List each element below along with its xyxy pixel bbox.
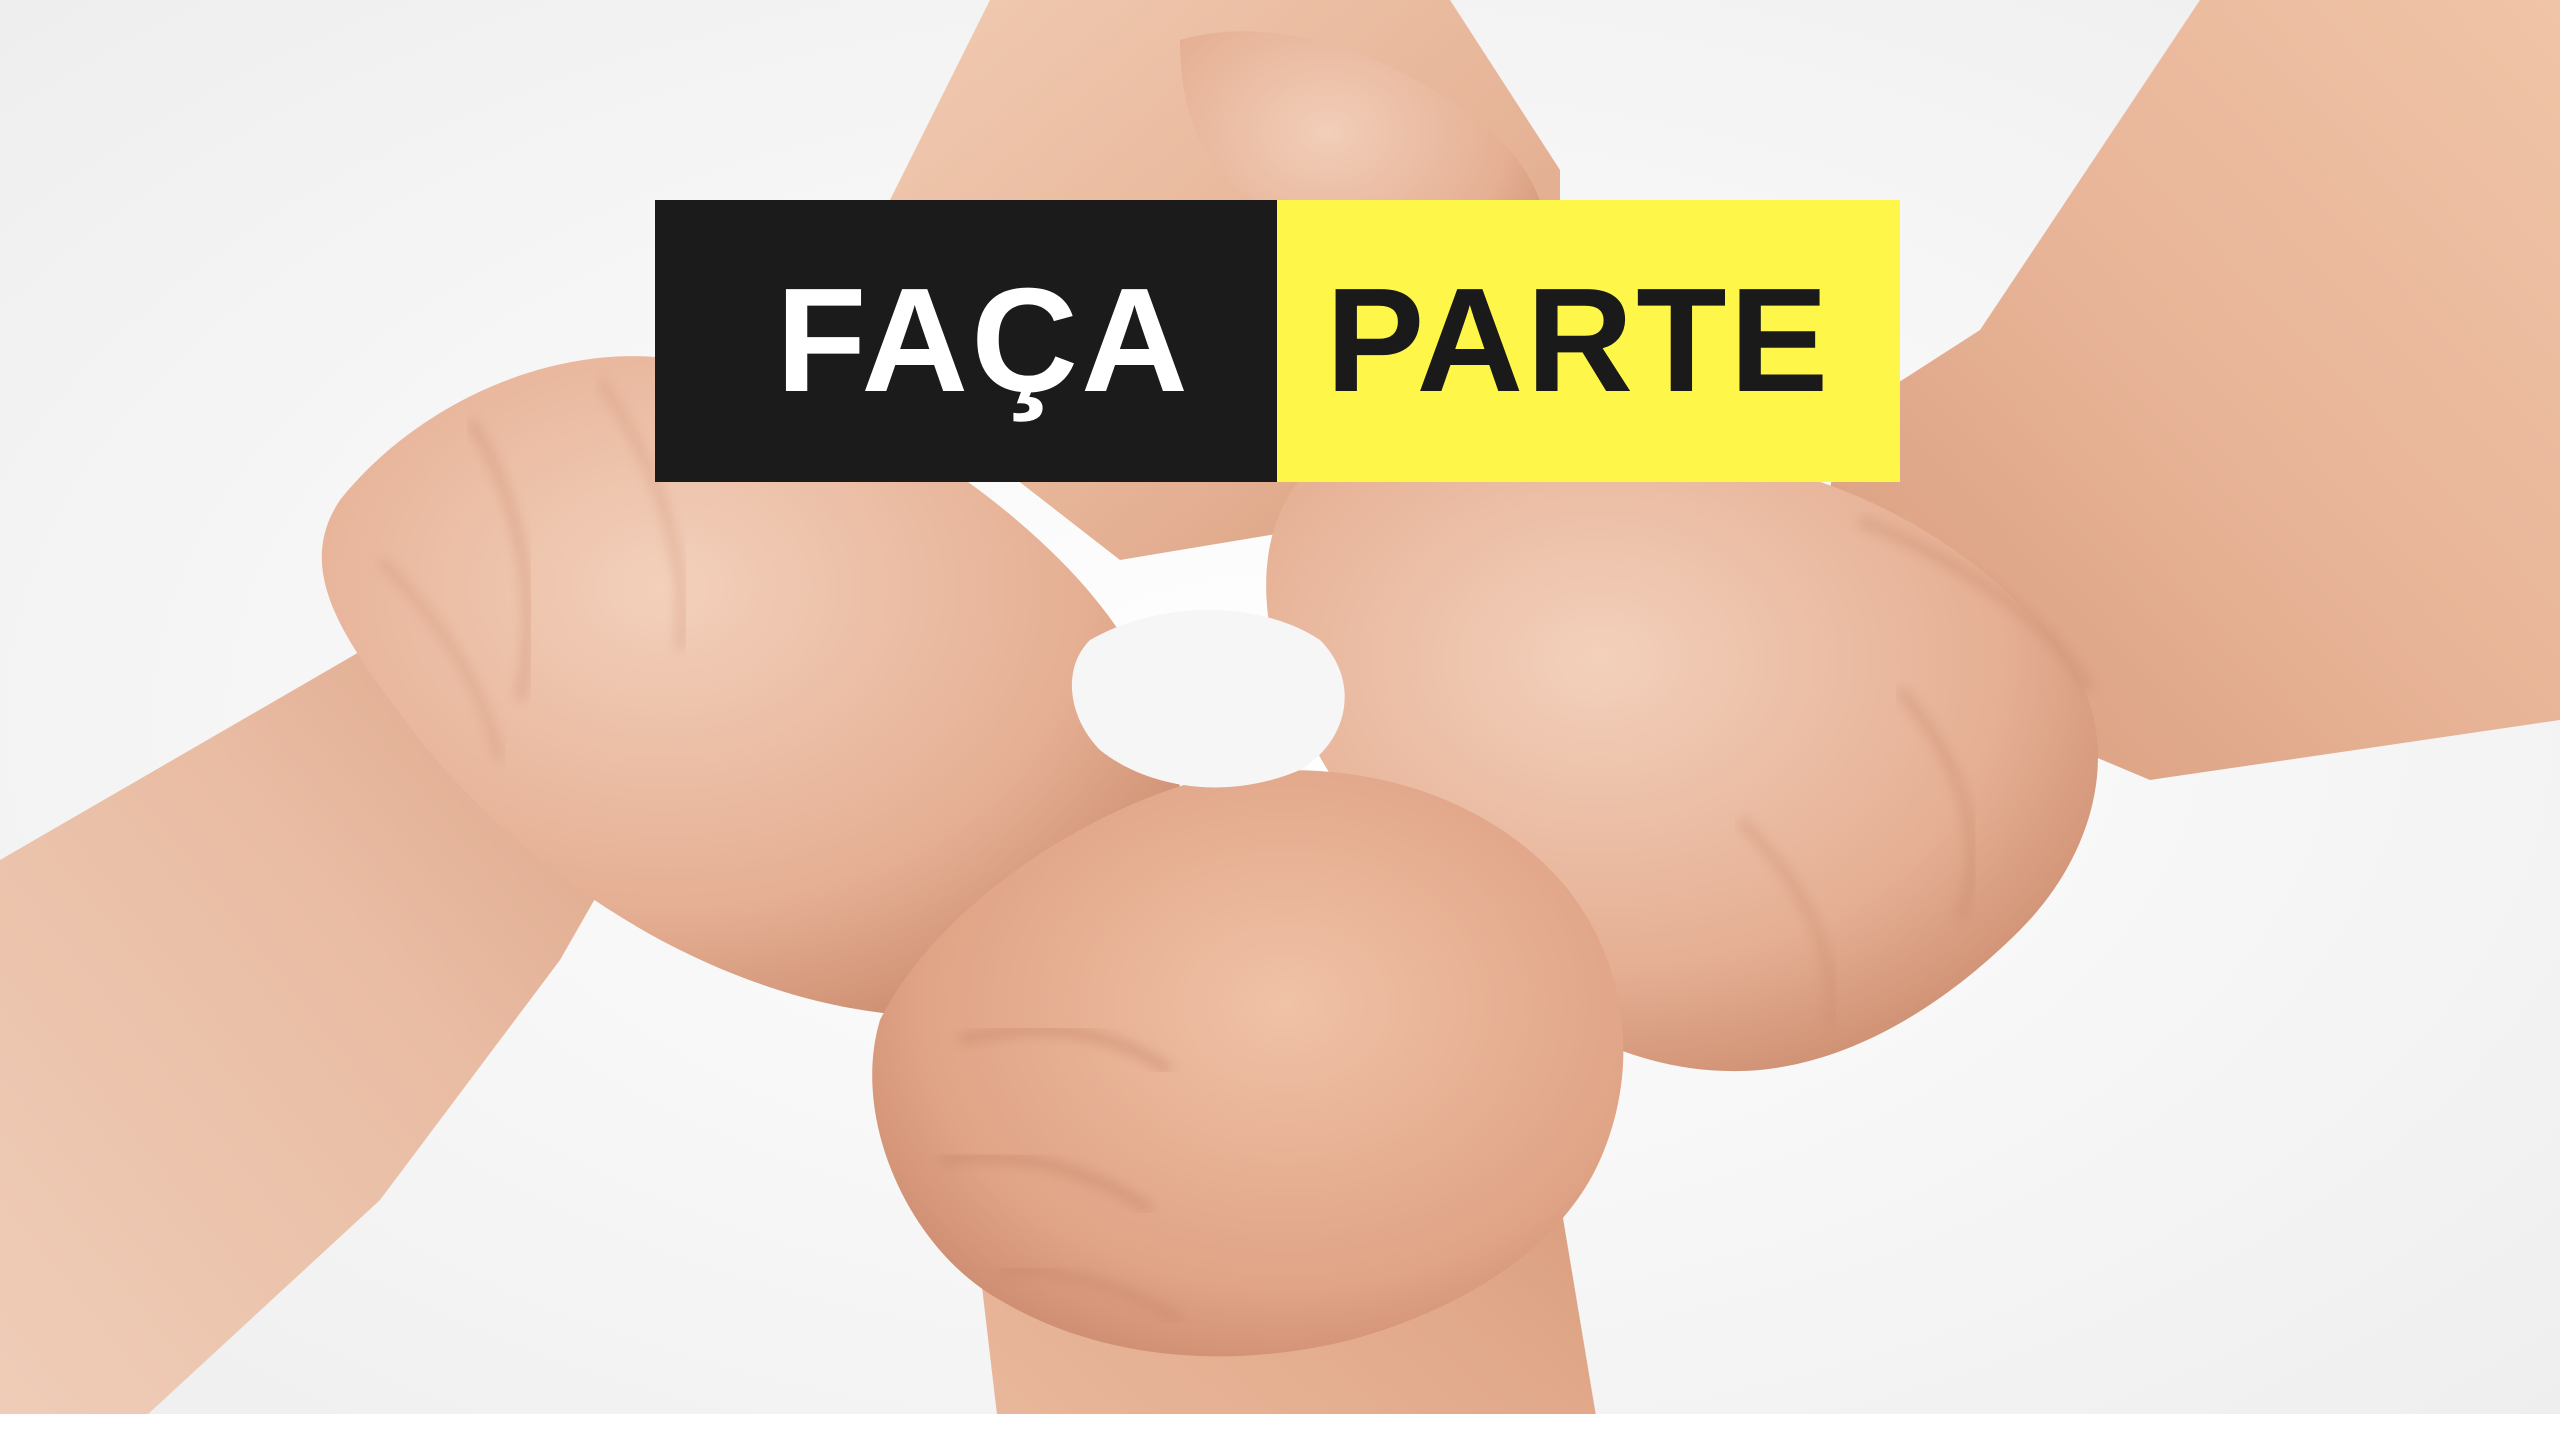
promo-image: FAÇA PARTE bbox=[0, 0, 2560, 1440]
banner-right-block: PARTE bbox=[1277, 200, 1900, 482]
banner-left-text: FAÇA bbox=[776, 258, 1191, 423]
banner-left-block: FAÇA bbox=[655, 200, 1277, 482]
banner-right-text: PARTE bbox=[1325, 258, 1832, 423]
faca-parte-banner: FAÇA PARTE bbox=[655, 200, 1900, 482]
bottom-border bbox=[0, 1414, 2560, 1440]
